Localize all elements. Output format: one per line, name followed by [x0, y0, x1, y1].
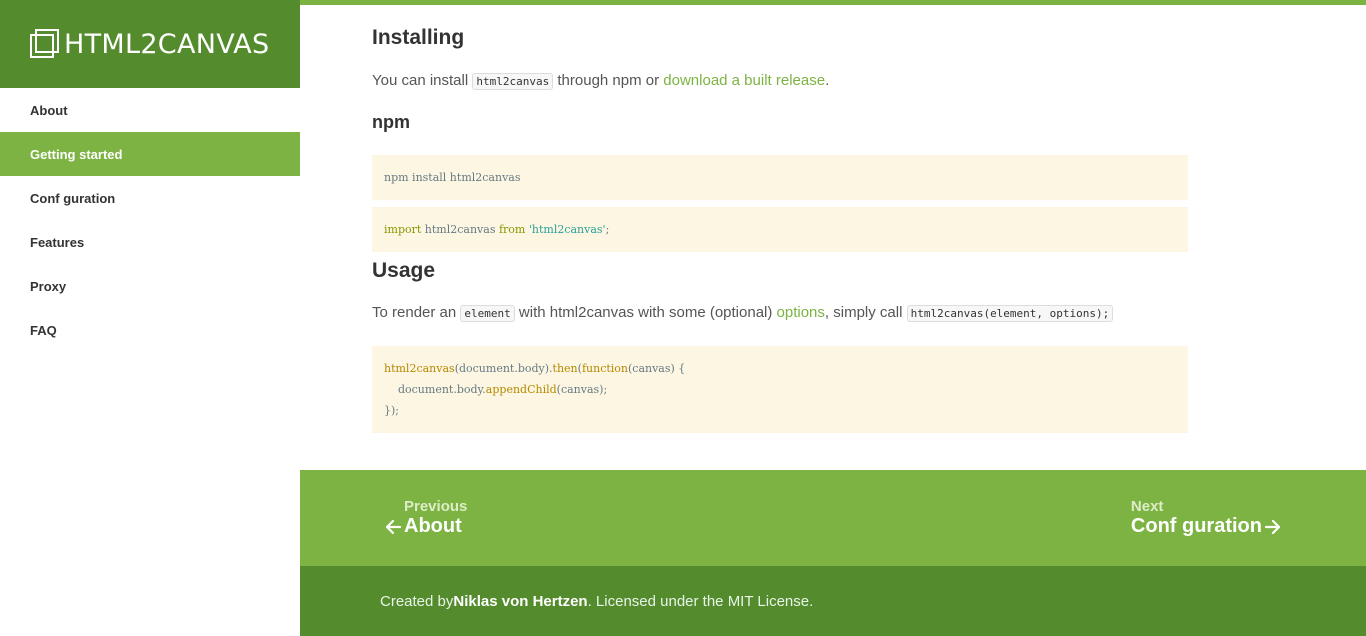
code-keyword: function: [581, 362, 628, 375]
heading-usage: Usage: [372, 259, 436, 282]
code-function: then: [552, 362, 578, 375]
brand-header[interactable]: HTML2CANVAS: [0, 0, 300, 88]
heading-npm: npm: [372, 112, 410, 132]
sidebar-item-proxy[interactable]: Proxy: [0, 264, 300, 308]
usage-text-1: To render an: [372, 304, 461, 321]
code-text: (document.body).: [454, 362, 553, 375]
code-function: html2canvas: [384, 362, 455, 375]
footer-license: . Licensed under the MIT License.: [587, 592, 814, 610]
top-accent-bar: [300, 0, 1366, 5]
previous-title-row: About: [384, 515, 467, 538]
content-area: Installing You can install html2canvas t…: [300, 0, 1366, 636]
sidebar-item-configuration[interactable]: Conf guration: [0, 176, 300, 220]
code-text: (canvas);: [556, 383, 608, 396]
inline-code-element: element: [460, 305, 515, 322]
sidebar-item-getting-started[interactable]: Getting started: [0, 132, 300, 176]
brand-name: HTML2CANVAS: [64, 28, 270, 60]
code-text: document.body.: [384, 383, 486, 396]
footer-author-link[interactable]: Niklas von Hertzen: [453, 593, 587, 610]
options-link[interactable]: options: [777, 304, 825, 321]
code-keyword: import: [384, 223, 422, 236]
installing-text-3: .: [825, 72, 830, 89]
installing-text-2: through npm or: [553, 72, 664, 89]
installing-text-1: You can install: [372, 72, 473, 89]
code-block-import[interactable]: import html2canvas from 'html2canvas';: [372, 207, 1188, 252]
next-page-link[interactable]: Next Conf guration: [1131, 498, 1282, 538]
arrow-left-icon: [385, 519, 402, 534]
code-text: (canvas) {: [628, 362, 686, 375]
next-title: Conf guration: [1130, 515, 1262, 537]
code-keyword: from: [498, 223, 526, 236]
logo-icon: [30, 29, 60, 59]
next-label: Next: [1130, 498, 1164, 515]
previous-label: Previous: [404, 498, 468, 515]
footer-created-by: Created by: [380, 592, 454, 610]
code-line: import html2canvas from 'html2canvas';: [384, 219, 1176, 240]
usage-text-2: with html2canvas with some (optional): [514, 304, 777, 321]
arrow-right-icon: [1264, 519, 1281, 534]
code-string: 'html2canvas': [528, 223, 606, 236]
usage-text-3: , simply call: [824, 304, 907, 321]
sidebar-item-faq[interactable]: FAQ: [0, 308, 300, 352]
sidebar: HTML2CANVAS About Getting started Conf g…: [0, 0, 300, 636]
inline-code-html2canvas: html2canvas: [472, 73, 554, 90]
previous-page-link[interactable]: Previous About: [384, 498, 467, 538]
sidebar-nav: About Getting started Conf guration Feat…: [0, 88, 300, 352]
code-block-usage[interactable]: html2canvas(document.body).then(function…: [372, 346, 1188, 433]
download-release-link[interactable]: download a built release: [663, 72, 825, 89]
code-line: npm install html2canvas: [384, 171, 521, 184]
usage-intro: To render an element with html2canvas wi…: [372, 302, 1114, 325]
sidebar-item-about[interactable]: About: [0, 88, 300, 132]
inline-code-call: html2canvas(element, options);: [906, 305, 1114, 322]
installing-intro: You can install html2canvas through npm …: [372, 70, 829, 93]
footer: Created by Niklas von Hertzen. Licensed …: [300, 566, 1366, 636]
code-function: appendChild: [485, 383, 557, 396]
sidebar-item-features[interactable]: Features: [0, 220, 300, 264]
previous-title: About: [404, 515, 462, 537]
code-block-npm-install[interactable]: npm install html2canvas: [372, 155, 1188, 200]
code-identifier: html2canvas: [421, 223, 499, 236]
code-line: html2canvas(document.body).then(function…: [384, 358, 1176, 379]
code-line: document.body.appendChild(canvas);: [384, 379, 1176, 400]
heading-installing: Installing: [372, 26, 465, 49]
next-title-row: Conf guration: [1131, 515, 1282, 538]
code-punct: ;: [605, 223, 610, 236]
page-navigation: Previous About Next Conf guration: [300, 470, 1366, 566]
code-line: });: [384, 404, 399, 417]
